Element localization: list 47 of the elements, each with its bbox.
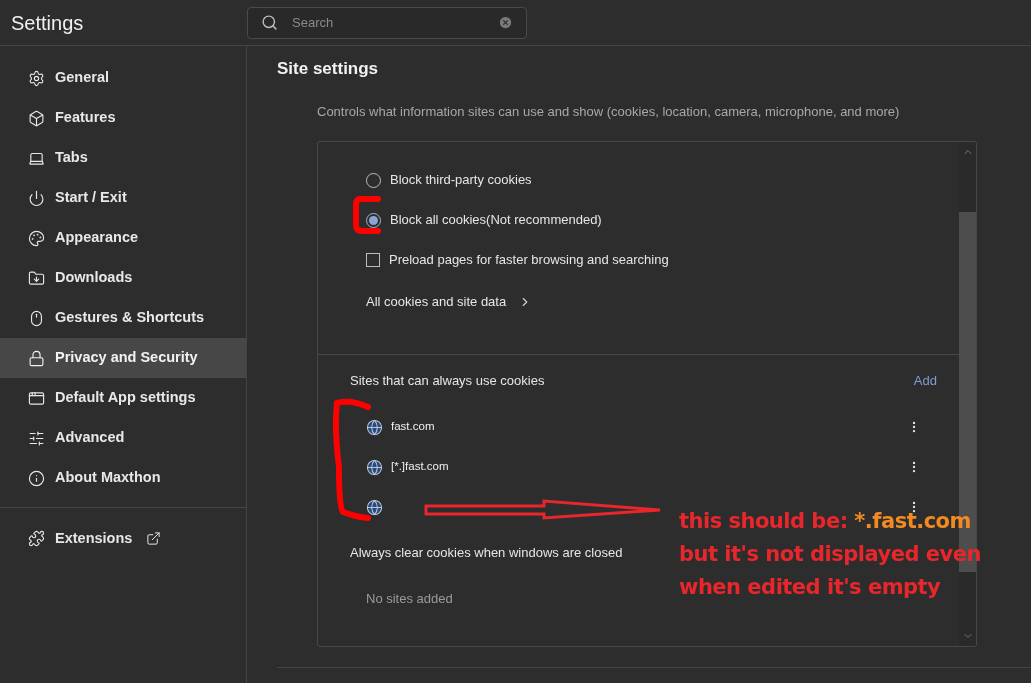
page-title: Site settings	[277, 58, 380, 80]
section-title: Sites that can always use cookies	[350, 372, 545, 391]
radio-label: Block all cookies(Not recommended)	[390, 211, 602, 230]
sliders-icon	[28, 429, 45, 447]
sidebar-item[interactable]: General	[0, 58, 246, 98]
add-link[interactable]: Add	[913, 371, 937, 391]
sidebar-item[interactable]: Tabs	[0, 138, 246, 178]
power-icon	[28, 189, 45, 207]
palette-icon	[28, 229, 45, 247]
external-link-icon	[146, 531, 162, 547]
extensions-link[interactable]: Extensions	[55, 528, 133, 550]
cookies-link[interactable]: All cookies and site data	[366, 292, 507, 312]
sidebar-item[interactable]: Appearance	[0, 218, 246, 258]
annotation-text: this should be: *.fast.com	[679, 509, 972, 533]
lock-icon	[28, 349, 45, 367]
globe-icon	[366, 458, 383, 476]
cube-icon	[28, 109, 45, 127]
sidebar-item[interactable]: Default App settings	[0, 378, 246, 418]
annotation-text: when edited it's empty	[679, 575, 942, 599]
search-icon	[261, 13, 278, 31]
mouse-icon	[28, 309, 45, 327]
section-title: Always clear cookies when windows are closed	[350, 544, 623, 563]
gear-icon	[28, 69, 45, 87]
site-name: fast.com	[391, 419, 435, 435]
annotation-text: but it's not displayed even	[679, 542, 981, 566]
page-description: Controls what information sites can use and show (cookies, location, camera, microphone, and more)	[317, 102, 901, 121]
checkbox[interactable]	[366, 253, 380, 267]
sidebar-item[interactable]: Features	[0, 98, 246, 138]
sidebar-item[interactable]: Privacy and Security	[0, 338, 246, 378]
site-name: [*.]fast.com	[391, 459, 449, 475]
sidebar-item[interactable]: Start / Exit	[0, 178, 246, 218]
window-title: Settings	[10, 10, 85, 36]
sidebar-item[interactable]: Advanced	[0, 418, 246, 458]
info-icon	[28, 469, 45, 487]
globe-icon	[366, 498, 383, 516]
search-field[interactable]: Search	[247, 6, 527, 39]
puzzle-icon	[28, 530, 45, 548]
empty-message: No sites added	[366, 590, 453, 609]
app-window-icon	[28, 389, 45, 407]
sidebar-item[interactable]: About Maxthon	[0, 458, 246, 498]
sidebar-item[interactable]: Downloads	[0, 258, 246, 298]
globe-icon	[366, 418, 383, 436]
sidebar-item[interactable]: Gestures & Shortcuts	[0, 298, 246, 338]
bracket-mark	[352, 195, 382, 235]
download-folder-icon	[28, 269, 45, 287]
radio-label: Block third-party cookies	[390, 171, 532, 190]
checkbox-label: Preload pages for faster browsing and searching	[389, 251, 669, 270]
